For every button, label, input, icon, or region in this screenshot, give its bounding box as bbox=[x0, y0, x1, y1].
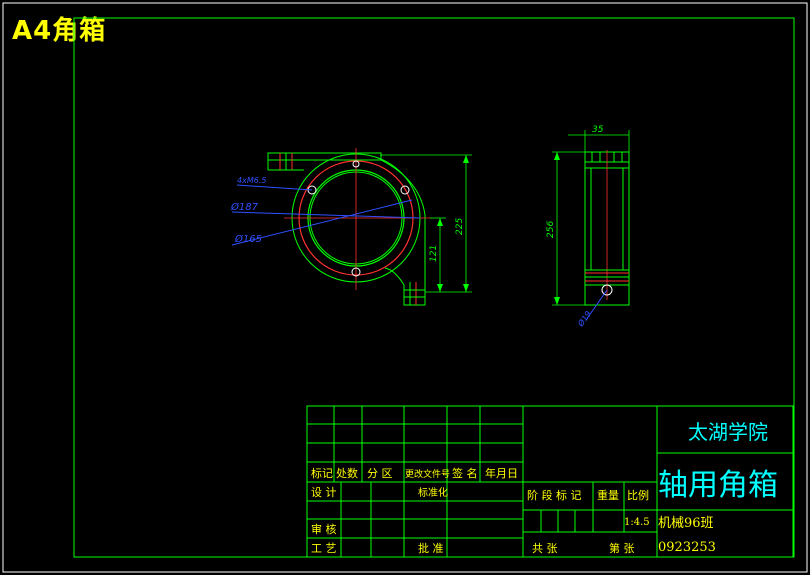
header-date: 年月日 bbox=[485, 466, 518, 480]
dim-total-height: 225 bbox=[455, 218, 465, 235]
dim-side-height: 256 bbox=[546, 221, 556, 238]
school-name: 太湖学院 bbox=[688, 420, 768, 444]
drawing-canvas: 4xM6.5 Ø187 Ø165 225 121 35 256 Ø19 标记 处… bbox=[2, 2, 808, 573]
student-id: 0923253 bbox=[658, 540, 716, 555]
label-stage-mark: 阶 段 标 记 bbox=[527, 488, 582, 502]
label-weight: 重量 bbox=[597, 488, 619, 502]
front-view bbox=[231, 148, 472, 306]
header-zone: 分 区 bbox=[367, 467, 393, 480]
label-design: 设 计 bbox=[311, 486, 337, 499]
label-process: 工 艺 bbox=[311, 542, 337, 555]
label-review: 审 核 bbox=[311, 522, 337, 536]
dim-holes: 4xM6.5 bbox=[237, 176, 266, 185]
dim-side-width: 35 bbox=[592, 125, 604, 135]
dim-side-hole: Ø19 bbox=[575, 309, 593, 329]
label-approve: 批 准 bbox=[418, 541, 444, 555]
label-total-sheets: 共 张 bbox=[532, 542, 558, 555]
header-mark: 标记 bbox=[311, 466, 333, 480]
side-view bbox=[552, 130, 630, 321]
header-count: 处数 bbox=[336, 467, 358, 480]
dim-inner-diameter: Ø165 bbox=[234, 233, 262, 245]
label-standard: 标准化 bbox=[418, 486, 448, 499]
scale-value: 1:4.5 bbox=[624, 517, 650, 528]
label-sheet-no: 第 张 bbox=[609, 541, 635, 555]
dim-center-height: 121 bbox=[429, 245, 439, 262]
header-sign: 签 名 bbox=[452, 466, 478, 480]
class-name: 机械96班 bbox=[658, 516, 714, 531]
label-scale: 比例 bbox=[627, 488, 649, 502]
dim-outer-diameter: Ø187 bbox=[230, 201, 259, 213]
header-change-doc: 更改文件号 bbox=[405, 468, 450, 480]
part-name: 轴用角箱 bbox=[658, 468, 778, 503]
